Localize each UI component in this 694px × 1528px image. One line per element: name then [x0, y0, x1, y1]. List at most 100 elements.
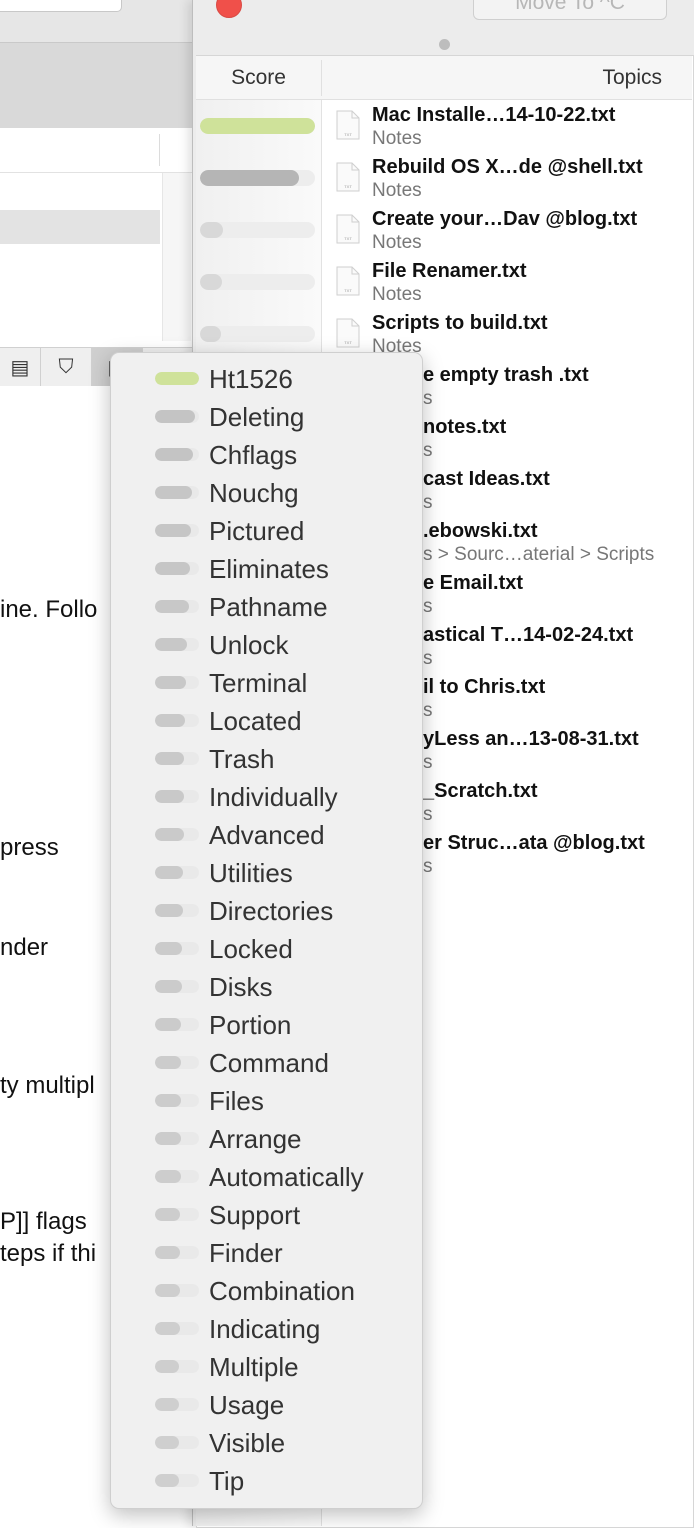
result-title[interactable]: File Renamer.txt: [372, 260, 527, 283]
relevance-bar-fill: [155, 1018, 182, 1031]
menu-item-label: Files: [209, 1086, 264, 1116]
result-title[interactable]: astical T…14-02-24.txt: [423, 624, 633, 647]
result-title[interactable]: cast Ideas.txt: [423, 468, 550, 491]
menu-item-label: Usage: [209, 1390, 285, 1420]
column-header-topics[interactable]: Topics: [602, 56, 662, 99]
txt-file-icon: TXT: [336, 318, 360, 348]
menu-item-command[interactable]: Command: [111, 1044, 422, 1082]
hat-button[interactable]: ⛉: [41, 348, 92, 386]
menu-item-label: Automatically: [209, 1162, 364, 1192]
document-text-line: P]] flags: [0, 1208, 87, 1235]
menu-item-directories[interactable]: Directories: [111, 892, 422, 930]
result-title[interactable]: Mac Installe…14-10-22.txt: [372, 104, 615, 127]
menu-item-ht1526[interactable]: Ht1526: [111, 360, 422, 398]
result-title[interactable]: il to Chris.txt: [423, 676, 545, 699]
menu-item-label: Command: [209, 1048, 329, 1078]
relevance-bar: [155, 1398, 199, 1411]
result-title[interactable]: _Scratch.txt: [423, 780, 538, 803]
relevance-bar: [155, 372, 199, 385]
menu-item-multiple[interactable]: Multiple: [111, 1348, 422, 1386]
column-divider[interactable]: [321, 60, 322, 96]
menu-item-disks[interactable]: Disks: [111, 968, 422, 1006]
svg-text:TXT: TXT: [344, 340, 352, 345]
menu-item-deleting[interactable]: Deleting: [111, 398, 422, 436]
result-title[interactable]: Rebuild OS X…de @shell.txt: [372, 156, 643, 179]
relevance-bar-fill: [155, 790, 185, 803]
relevance-bar-fill: [155, 1056, 182, 1069]
menu-item-tip[interactable]: Tip: [111, 1462, 422, 1500]
menu-item-pictured[interactable]: Pictured: [111, 512, 422, 550]
score-bar-fill: [200, 222, 223, 238]
menu-item-arrange[interactable]: Arrange: [111, 1120, 422, 1158]
relevance-bar-fill: [155, 448, 194, 461]
resize-handle[interactable]: [439, 39, 450, 50]
menu-item-files[interactable]: Files: [111, 1082, 422, 1120]
menu-item-label: Finder: [209, 1238, 283, 1268]
menu-item-located[interactable]: Located: [111, 702, 422, 740]
menu-item-utilities[interactable]: Utilities: [111, 854, 422, 892]
menu-item-eliminates[interactable]: Eliminates: [111, 550, 422, 588]
relevance-bar: [155, 714, 199, 727]
menu-item-portion[interactable]: Portion: [111, 1006, 422, 1044]
menu-item-support[interactable]: Support: [111, 1196, 422, 1234]
relevance-bar: [155, 942, 199, 955]
relevance-bar-fill: [155, 1322, 180, 1335]
relevance-bar-fill: [155, 486, 192, 499]
menu-item-label: Pathname: [209, 592, 328, 622]
result-title[interactable]: Scripts to build.txt: [372, 312, 548, 335]
relevance-bar: [155, 1170, 199, 1183]
result-title[interactable]: yLess an…13-08-31.txt: [423, 728, 639, 751]
txt-file-icon: TXT: [336, 110, 360, 140]
menu-item-visible[interactable]: Visible: [111, 1424, 422, 1462]
menu-item-advanced[interactable]: Advanced: [111, 816, 422, 854]
result-title[interactable]: e empty trash .txt: [423, 364, 589, 387]
menu-item-locked[interactable]: Locked: [111, 930, 422, 968]
menu-item-nouchg[interactable]: Nouchg: [111, 474, 422, 512]
menu-item-usage[interactable]: Usage: [111, 1386, 422, 1424]
menu-item-finder[interactable]: Finder: [111, 1234, 422, 1272]
txt-file-icon: TXT: [336, 214, 360, 244]
relevance-bar: [155, 866, 199, 879]
relevance-bar: [155, 486, 199, 499]
relevance-bar-fill: [155, 1284, 180, 1297]
result-title[interactable]: .ebowski.txt: [423, 520, 537, 543]
score-bar-fill: [200, 118, 315, 134]
result-title[interactable]: er Struc…ata @blog.txt: [423, 832, 645, 855]
menu-item-unlock[interactable]: Unlock: [111, 626, 422, 664]
result-path: Notes: [372, 128, 422, 149]
menu-item-pathname[interactable]: Pathname: [111, 588, 422, 626]
menu-item-terminal[interactable]: Terminal: [111, 664, 422, 702]
column-header-score[interactable]: Score: [196, 56, 321, 99]
menu-item-combination[interactable]: Combination: [111, 1272, 422, 1310]
move-to-button[interactable]: Move To ^C: [473, 0, 667, 20]
menu-item-individually[interactable]: Individually: [111, 778, 422, 816]
menu-item-automatically[interactable]: Automatically: [111, 1158, 422, 1196]
result-title[interactable]: Create your…Dav @blog.txt: [372, 208, 637, 231]
relevance-bar: [155, 1474, 199, 1487]
outline-button[interactable]: ▤: [0, 348, 41, 386]
menu-item-label: Ht1526: [209, 364, 293, 394]
menu-item-label: Multiple: [209, 1352, 299, 1382]
result-path: Notes: [372, 284, 422, 305]
menu-item-trash[interactable]: Trash: [111, 740, 422, 778]
left-window-toolbar: [0, 42, 192, 130]
search-field[interactable]: [0, 0, 122, 12]
file-list: [0, 173, 162, 341]
selected-row[interactable]: [0, 210, 160, 244]
result-title[interactable]: notes.txt: [423, 416, 506, 439]
menu-item-label: Trash: [209, 744, 275, 774]
relevance-bar-fill: [155, 410, 195, 423]
relevance-bar: [155, 524, 199, 537]
document-text-line: press: [0, 834, 59, 861]
result-title[interactable]: e Email.txt: [423, 572, 523, 595]
txt-file-icon: TXT: [336, 162, 360, 192]
menu-item-label: Portion: [209, 1010, 292, 1040]
result-path: s: [423, 700, 433, 721]
menu-item-chflags[interactable]: Chflags: [111, 436, 422, 474]
relevance-bar: [155, 828, 199, 841]
menu-item-indicating[interactable]: Indicating: [111, 1310, 422, 1348]
relevance-bar-fill: [155, 1474, 179, 1487]
column-divider[interactable]: [159, 134, 160, 166]
scrollbar[interactable]: [162, 173, 191, 341]
relevance-bar-fill: [155, 1170, 181, 1183]
